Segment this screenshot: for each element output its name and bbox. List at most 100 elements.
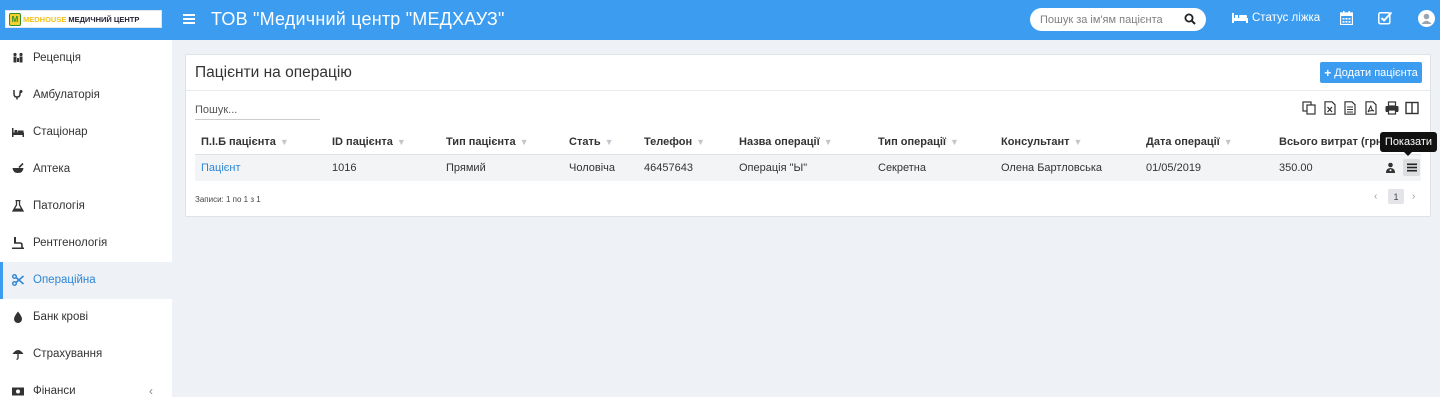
- sort-icon: ▼: [1223, 137, 1233, 147]
- bed-status-link[interactable]: Статус ліжка: [1232, 12, 1320, 24]
- add-patient-label: Додати пацієнта: [1334, 66, 1418, 79]
- sort-icon: ▼: [1073, 137, 1083, 147]
- total-cost: 350.00: [1279, 162, 1313, 174]
- column-header[interactable]: Консультант ▼: [1001, 136, 1082, 148]
- patient-search-input[interactable]: [1040, 11, 1180, 28]
- copy-icon[interactable]: [1302, 101, 1316, 115]
- chevron-left-icon[interactable]: ‹: [149, 384, 153, 397]
- bed-icon: [1232, 13, 1248, 23]
- sidebar-item-pathology[interactable]: Патологія: [0, 188, 172, 225]
- app-title: ТОВ "Медичний центр "МЕДХАУЗ": [211, 9, 505, 29]
- tooltip: Показати: [1380, 132, 1437, 156]
- sidebar-item-label: Рецепція: [33, 52, 82, 64]
- sidebar-item-label: Рентгенологія: [33, 237, 108, 249]
- patient-name-link[interactable]: Пацієнт: [201, 162, 241, 174]
- page-title: Пацієнти на операцію: [195, 64, 352, 81]
- logo-subtitle: МЕДИЧНИЙ ЦЕНТР: [68, 14, 140, 24]
- table-header: П.І.Б пацієнта ▼ ID пацієнта ▼ Тип пацієнт…: [195, 131, 1421, 155]
- sidebar-item-radiology[interactable]: Рентгенологія: [0, 225, 172, 262]
- patient-search: [1030, 8, 1206, 31]
- sidebar-item-blood-bank[interactable]: Банк крові: [0, 299, 172, 336]
- csv-icon[interactable]: [1343, 101, 1357, 115]
- pager-next-icon[interactable]: ›: [1412, 191, 1415, 202]
- doctor-icon[interactable]: [1382, 159, 1399, 176]
- scissors-icon: [12, 274, 24, 286]
- column-header[interactable]: Всього витрат (грн): [1279, 136, 1386, 148]
- table-filter: [195, 102, 320, 120]
- table-search-input[interactable]: [195, 102, 320, 118]
- bed-icon: [12, 128, 24, 137]
- column-header[interactable]: Тип операції ▼: [878, 136, 959, 148]
- column-header[interactable]: ID пацієнта ▼: [332, 136, 406, 148]
- sidebar-item-label: Стаціонар: [33, 126, 88, 138]
- avatar[interactable]: [1418, 10, 1435, 27]
- pdf-icon[interactable]: [1364, 101, 1378, 115]
- sort-icon: ▼: [696, 137, 706, 147]
- sidebar-item-label: Страхування: [33, 348, 103, 360]
- sidebar-item-insurance[interactable]: Страхування: [0, 336, 172, 373]
- operation-type: Секретна: [878, 162, 926, 174]
- patient-type: Прямий: [446, 162, 486, 174]
- xray-icon: [12, 237, 24, 249]
- pager-prev-icon[interactable]: ‹: [1374, 191, 1377, 202]
- sort-icon: ▼: [279, 137, 289, 147]
- add-patient-button[interactable]: + Додати пацієнта: [1320, 62, 1422, 83]
- logo-brand: MEDHOUSE: [23, 14, 67, 24]
- column-header[interactable]: Стать ▼: [569, 136, 614, 148]
- search-icon[interactable]: [1184, 13, 1196, 25]
- pager-page-button[interactable]: 1: [1388, 189, 1404, 204]
- sort-icon: ▼: [519, 137, 529, 147]
- column-header[interactable]: Дата операції ▼: [1146, 136, 1233, 148]
- list-icon: [1406, 163, 1417, 172]
- sort-icon: ▼: [604, 137, 614, 147]
- sidebar-item-pharmacy[interactable]: Аптека: [0, 151, 172, 188]
- excel-icon[interactable]: [1323, 101, 1337, 115]
- logo-mark: M: [9, 12, 21, 26]
- sidebar-item-finance[interactable]: Фінанси ‹: [0, 373, 172, 397]
- patients-panel: Пацієнти на операцію + Додати пацієнта П…: [185, 54, 1431, 217]
- patient-id: 1016: [332, 162, 357, 174]
- sidebar-item-label: Аптека: [33, 163, 71, 175]
- consultant: Олена Бартловська: [1001, 162, 1103, 174]
- people-icon: [13, 52, 23, 63]
- column-header[interactable]: Тип пацієнта ▼: [446, 136, 529, 148]
- patient-gender: Чоловіча: [569, 162, 616, 174]
- stethoscope-icon: [13, 90, 23, 100]
- column-header[interactable]: П.І.Б пацієнта ▼: [201, 136, 289, 148]
- mortar-icon: [12, 163, 24, 173]
- calendar-icon[interactable]: [1340, 11, 1353, 25]
- flask-icon: [12, 200, 24, 212]
- sort-icon: ▼: [950, 137, 959, 147]
- umbrella-icon: [12, 350, 24, 360]
- sidebar-item-outpatient[interactable]: Амбулаторія: [0, 77, 172, 114]
- sidebar-item-label: Амбулаторія: [33, 89, 100, 101]
- sidebar-item-label: Операційна: [33, 274, 96, 286]
- records-info: Записи: 1 по 1 з 1: [195, 195, 261, 204]
- menu-toggle-icon[interactable]: [183, 12, 195, 26]
- bed-status-label: Статус ліжка: [1252, 12, 1321, 24]
- table-row: Пацієнт 1016 Прямий Чоловіча 46457643 Оп…: [195, 155, 1421, 181]
- sidebar: Рецепція Амбулаторія Стаціонар Аптека Па…: [0, 40, 172, 397]
- divider: [186, 90, 1430, 91]
- columns-icon[interactable]: [1405, 101, 1419, 115]
- sidebar-item-inpatient[interactable]: Стаціонар: [0, 114, 172, 151]
- sidebar-item-label: Патологія: [33, 200, 85, 212]
- column-header[interactable]: Телефон ▼: [644, 136, 705, 148]
- sidebar-item-label: Банк крові: [33, 311, 89, 323]
- drop-icon: [14, 311, 22, 323]
- show-details-button[interactable]: [1403, 159, 1420, 176]
- app-logo[interactable]: M MEDHOUSE МЕДИЧНИЙ ЦЕНТР: [5, 10, 162, 28]
- print-icon[interactable]: [1385, 101, 1399, 115]
- sidebar-item-reception[interactable]: Рецепція: [0, 40, 172, 77]
- column-header[interactable]: Назва операції ▼: [739, 136, 833, 148]
- operation-name: Операція "Ы": [739, 162, 808, 174]
- checkbox-icon[interactable]: [1378, 11, 1393, 25]
- plus-icon: +: [1324, 65, 1332, 80]
- sidebar-item-operating-room[interactable]: Операційна: [0, 262, 172, 299]
- sort-icon: ▼: [823, 137, 833, 147]
- sort-icon: ▼: [396, 137, 406, 147]
- top-bar: M MEDHOUSE МЕДИЧНИЙ ЦЕНТР ТОВ "Медичний …: [0, 0, 1440, 40]
- operation-date: 01/05/2019: [1146, 162, 1202, 174]
- patient-phone: 46457643: [644, 162, 693, 174]
- money-icon: [12, 387, 24, 396]
